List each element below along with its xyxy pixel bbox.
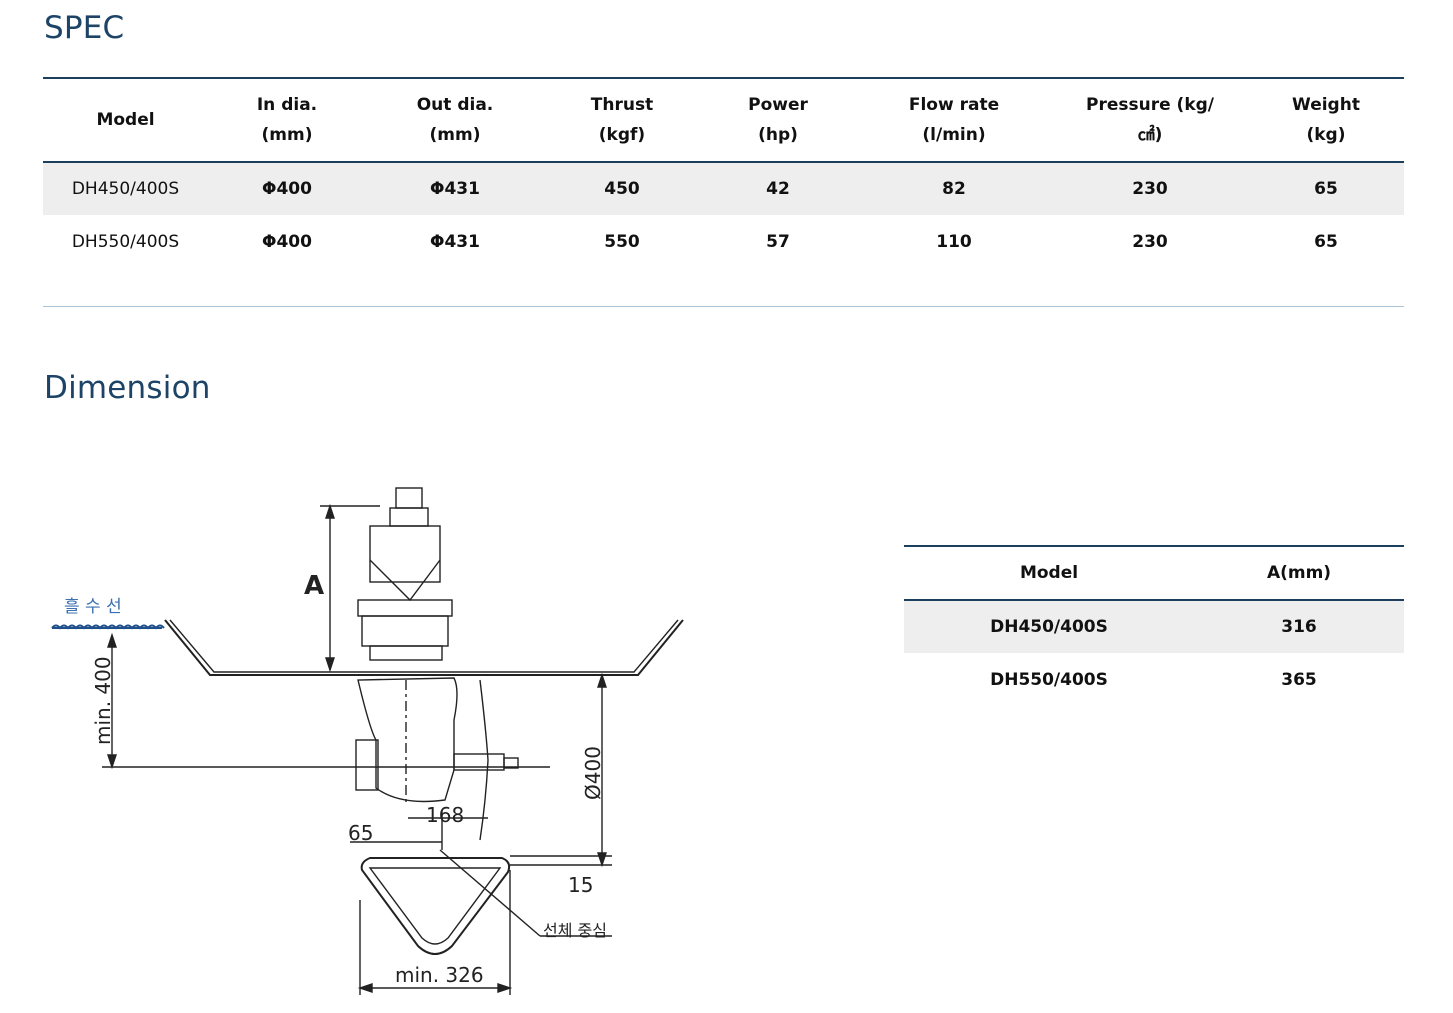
dim-label-15: 15 xyxy=(568,873,593,897)
spec-header-pressure: Pressure (kg/㎠) xyxy=(1086,95,1214,145)
dim-label-min400: min. 400 xyxy=(91,656,115,745)
spec-table: Model In dia. (mm) Out dia. (mm) Thrust (kg… xyxy=(43,77,1404,268)
spec-cell-weight: 65 xyxy=(1314,231,1338,252)
table-row: DH550/400S 365 xyxy=(904,653,1404,706)
table-row: DH550/400S Φ400 Φ431 550 57 110 230 65 xyxy=(43,215,1404,268)
spec-header-out-dia: Out dia. (mm) xyxy=(416,95,494,145)
spec-title: SPEC xyxy=(44,10,125,46)
spec-cell-out-dia: Φ431 xyxy=(366,162,544,215)
dimension-cell-model: DH550/400S xyxy=(990,669,1108,690)
spec-cell-thrust: 550 xyxy=(604,231,640,252)
table-row: DH450/400S Φ400 Φ431 450 42 82 230 65 xyxy=(43,162,1404,215)
dimension-title: Dimension xyxy=(44,370,211,406)
motor-top xyxy=(395,487,423,509)
spec-header-flow-rate: Flow rate (l/min) xyxy=(908,95,1000,145)
spec-cell-thrust: 450 xyxy=(544,162,700,215)
dimension-cell-model: DH450/400S xyxy=(904,600,1194,653)
spec-header-thrust: Thrust (kgf) xyxy=(590,95,654,145)
spec-header-model: Model xyxy=(96,110,155,130)
spec-cell-power: 57 xyxy=(766,231,790,252)
spec-cell-weight: 65 xyxy=(1248,162,1404,215)
dimension-header-model: Model xyxy=(1019,563,1079,583)
spec-cell-flow-rate: 110 xyxy=(936,231,972,252)
dim-label-65: 65 xyxy=(348,821,373,845)
dim-label-a: A xyxy=(304,571,324,601)
spec-cell-model: DH550/400S xyxy=(71,231,180,252)
dim-label-168: 168 xyxy=(426,803,464,827)
dim-label-waterline: 흘 수 선 xyxy=(64,597,122,617)
spec-cell-model: DH450/400S xyxy=(43,162,208,215)
spec-cell-pressure: 230 xyxy=(1052,162,1248,215)
dimension-table: Model A(mm) DH450/400S 316 DH550/400S 36… xyxy=(904,545,1404,706)
dim-label-center: 선체 중심 xyxy=(543,921,607,940)
spec-cell-out-dia: Φ431 xyxy=(430,231,480,252)
spec-cell-power: 42 xyxy=(700,162,856,215)
spec-bottom-divider xyxy=(43,306,1404,307)
spec-cell-flow-rate: 82 xyxy=(856,162,1052,215)
spec-header-row: Model In dia. (mm) Out dia. (mm) Thrust (kg… xyxy=(43,78,1404,162)
table-row: DH450/400S 316 xyxy=(904,600,1404,653)
spec-cell-in-dia: Φ400 xyxy=(208,162,366,215)
spec-cell-pressure: 230 xyxy=(1132,231,1168,252)
spec-cell-in-dia: Φ400 xyxy=(262,231,312,252)
spec-header-in-dia: In dia. (mm) xyxy=(256,95,318,145)
dimension-cell-a: 316 xyxy=(1194,600,1404,653)
dimension-cell-a: 365 xyxy=(1281,669,1317,690)
dim-label-min326: min. 326 xyxy=(395,963,484,987)
keel xyxy=(360,857,511,955)
hull-outline xyxy=(164,619,684,676)
propeller xyxy=(479,679,489,841)
dimension-header-a: A(mm) xyxy=(1266,563,1332,583)
spec-header-power: Power (hp) xyxy=(748,95,808,145)
dimension-drawing: A 흘 수 선 min. 400 Ø400 168 65 15 선체 중심 mi… xyxy=(51,487,684,995)
spec-header-weight: Weight (kg) xyxy=(1292,95,1360,145)
dimension-header-row: Model A(mm) xyxy=(904,546,1404,600)
dim-label-d400: Ø400 xyxy=(581,746,605,800)
